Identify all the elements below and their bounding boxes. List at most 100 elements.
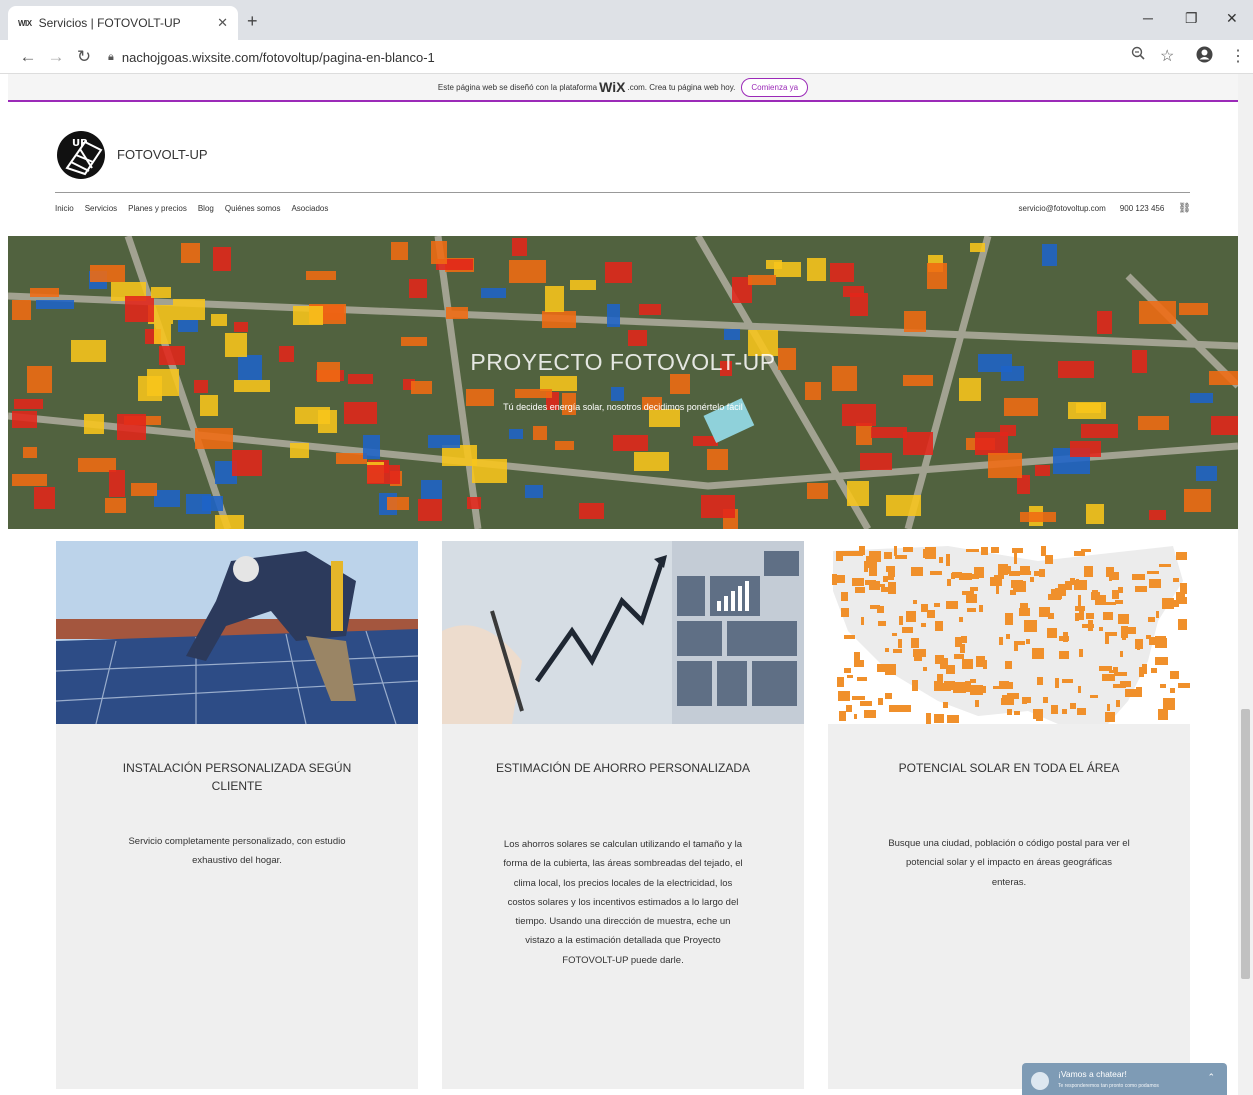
main-menu: Inicio Servicios Planes y precios Blog Q… <box>55 204 328 213</box>
map-patch <box>898 639 902 648</box>
heatmap-roof <box>724 329 740 340</box>
menu-item-blog[interactable]: Blog <box>198 204 214 213</box>
map-patch <box>865 580 876 585</box>
heatmap-roof <box>154 490 180 507</box>
heatmap-roof <box>540 376 577 391</box>
star-icon[interactable]: ☆ <box>1160 46 1174 66</box>
map-patch <box>1173 578 1179 582</box>
card-title: POTENCIAL SOLAR EN TODA EL ÁREA <box>898 761 1120 775</box>
map-patch <box>832 574 837 585</box>
tab-close-icon[interactable]: ✕ <box>217 15 228 31</box>
card-title: INSTALACIÓN PERSONALIZADA SEGÚN CLIENTE <box>122 761 352 793</box>
map-patch <box>906 611 916 622</box>
heatmap-roof <box>634 452 669 471</box>
chevron-up-icon[interactable]: ⌃ <box>1207 1072 1215 1083</box>
forward-icon[interactable]: → <box>42 47 70 67</box>
page-scrollbar[interactable] <box>1238 74 1253 1095</box>
map-patch <box>1020 566 1030 572</box>
contact-email[interactable]: servicio@fotovoltup.com <box>1019 204 1106 213</box>
map-patch <box>1005 661 1012 669</box>
map-patch <box>1149 579 1161 588</box>
menu-item-servicios[interactable]: Servicios <box>85 204 117 213</box>
reload-icon[interactable]: ↻ <box>70 47 98 67</box>
contact-phone[interactable]: 900 123 456 <box>1120 204 1165 213</box>
profile-icon[interactable] <box>1196 46 1213 68</box>
map-patch <box>1163 698 1175 710</box>
chat-widget[interactable]: ¡Vamos a chatear! Te responderemos tan p… <box>1022 1063 1227 1095</box>
map-patch <box>1121 626 1128 638</box>
map-patch <box>1132 574 1145 580</box>
map-patch <box>1158 709 1168 720</box>
heatmap-roof <box>178 320 198 332</box>
map-patch <box>852 578 864 586</box>
heatmap-roof <box>988 453 1022 478</box>
map-patch <box>878 698 883 705</box>
map-patch <box>1020 603 1028 615</box>
map-patch <box>864 710 876 718</box>
heatmap-roof <box>431 241 447 264</box>
map-patch <box>966 594 977 603</box>
link-icon[interactable]: ⛓ <box>1178 203 1191 214</box>
browser-toolbar: ← → ↻ 🔒︎ nachojgoas.wixsite.com/fotovolt… <box>0 40 1253 74</box>
map-patch <box>877 664 888 672</box>
map-patch <box>1062 679 1073 683</box>
map-patch <box>966 549 979 552</box>
heatmap-roof <box>215 515 244 529</box>
menu-item-asociados[interactable]: Asociados <box>291 204 328 213</box>
map-patch <box>1108 632 1117 636</box>
map-patch <box>837 578 845 583</box>
map-patch <box>972 574 979 579</box>
map-patch <box>1055 678 1059 688</box>
map-patch <box>1032 648 1044 659</box>
installer-photo <box>56 541 418 724</box>
map-patch <box>854 714 857 719</box>
map-patch <box>1075 613 1079 621</box>
heatmap-roof <box>213 247 231 271</box>
map-patch <box>885 648 889 652</box>
map-patch <box>855 587 865 593</box>
menu-icon[interactable]: ⋮ <box>1230 46 1246 66</box>
heatmap-roof <box>1020 512 1056 522</box>
heatmap-roof <box>173 299 205 320</box>
minimize-button[interactable]: ─ <box>1143 10 1153 26</box>
new-tab-button[interactable]: + <box>247 11 258 32</box>
map-patch <box>838 691 850 701</box>
map-patch <box>1160 684 1166 688</box>
heatmap-roof <box>194 380 208 393</box>
map-patch <box>1170 671 1179 679</box>
map-patch <box>1014 641 1025 645</box>
close-window-button[interactable]: ✕ <box>1226 10 1238 27</box>
back-icon[interactable]: ← <box>14 47 42 67</box>
menu-item-inicio[interactable]: Inicio <box>55 204 74 213</box>
hero-subtitle: Tú decides energía solar, nosotros decid… <box>503 402 743 412</box>
map-patch <box>991 547 999 553</box>
map-patch <box>1074 580 1087 590</box>
wix-banner-text: Este página web se diseñó con la platafo… <box>437 82 598 92</box>
card-text: Los ahorros solares se calculan utilizan… <box>503 839 743 966</box>
address-bar[interactable]: 🔒︎ nachojgoas.wixsite.com/fotovoltup/pag… <box>108 45 1148 69</box>
heatmap-roof <box>1035 465 1050 476</box>
menu-item-quienes[interactable]: Quiénes somos <box>225 204 281 213</box>
map-patch <box>1005 613 1013 625</box>
heatmap-roof <box>481 288 506 298</box>
map-patch <box>1007 693 1019 699</box>
scroll-thumb[interactable] <box>1241 709 1250 979</box>
map-patch <box>962 659 973 669</box>
start-now-button[interactable]: Comienza ya <box>741 77 809 97</box>
map-patch <box>893 649 902 653</box>
map-patch <box>1090 695 1098 698</box>
map-patch <box>1012 548 1023 553</box>
heatmap-roof <box>472 459 507 483</box>
restore-button[interactable]: ❐ <box>1185 10 1198 27</box>
menu-item-planes[interactable]: Planes y precios <box>128 204 187 213</box>
heatmap-roof <box>807 483 828 499</box>
map-patch <box>842 551 854 556</box>
map-patch <box>1159 564 1171 567</box>
map-patch <box>1146 635 1151 639</box>
browser-tab[interactable]: WIX Servicios | FOTOVOLT-UP ✕ <box>8 6 238 40</box>
zoom-icon[interactable] <box>1131 46 1145 65</box>
brand-logo-icon[interactable]: UP <box>55 128 111 182</box>
map-patch <box>1107 704 1110 711</box>
heatmap-roof <box>109 470 125 497</box>
brand-name[interactable]: FOTOVOLT-UP <box>117 147 208 162</box>
